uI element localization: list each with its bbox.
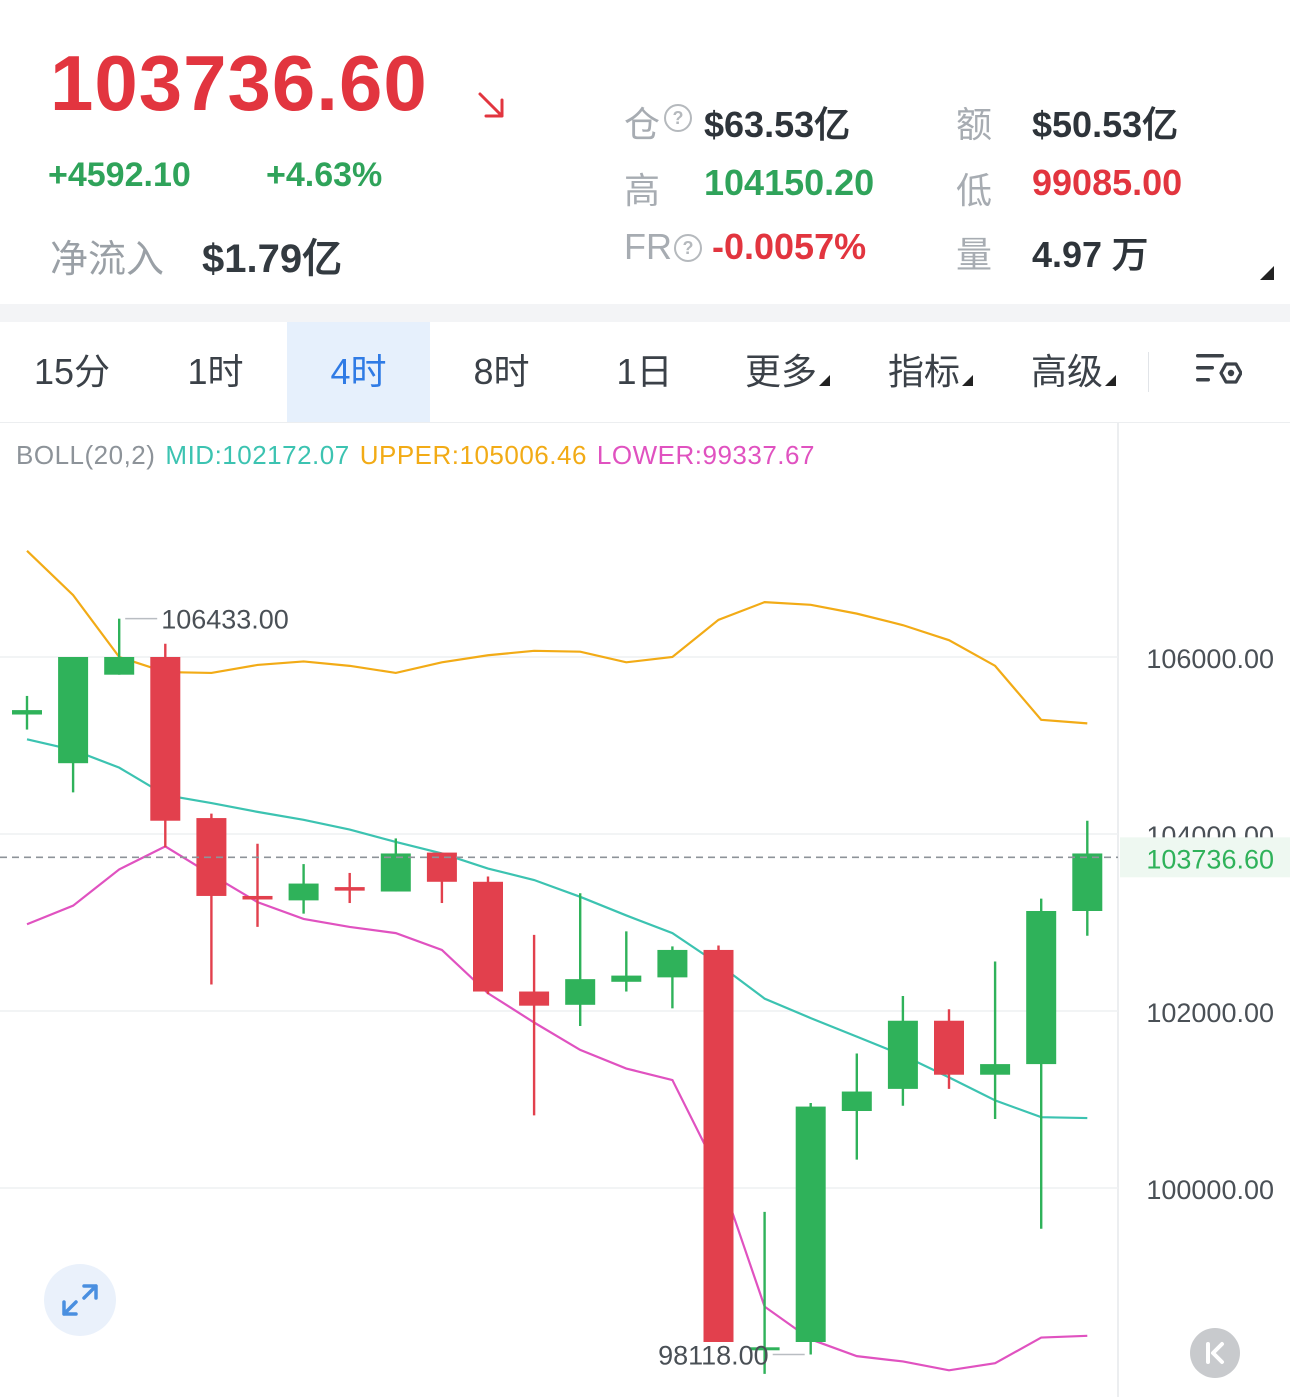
tab-15m[interactable]: 15分 [0,322,144,422]
last-price: 103736.60 [50,39,428,127]
candle-body [242,895,273,900]
y-tick-label: 102000.00 [1146,998,1274,1028]
interval-tabs: 15分 1时 4时 8时 1日 更多 指标 高级 [0,322,1290,423]
boll-lower-line [26,845,1088,1372]
dropdown-caret-icon [962,375,973,386]
max-price-annotation: 106433.00 [161,605,289,635]
candle-body [1072,853,1103,911]
funding-rate-label: FR [624,226,672,267]
candle-body [611,975,642,982]
funding-rate-help-icon[interactable]: ? [674,234,702,262]
volume-value: 4.97 万 [1032,234,1149,275]
turnover-label: 额 [956,104,993,145]
boll-mid: MID:102172.07 [165,440,350,470]
candle-body [1026,910,1057,1065]
tab-label: 4时 [330,351,387,392]
candle-body [334,887,365,891]
tab-label: 1日 [616,351,673,392]
tab-more[interactable]: 更多 [716,322,859,422]
price-change-percent: +4.63% [266,156,383,194]
candle-body [12,710,42,715]
tab-label: 1时 [187,351,244,392]
candle-body [980,1064,1011,1075]
low-value: 99085.00 [1032,162,1183,203]
arrow-down-right-icon [478,92,504,118]
candle-body [703,949,734,1342]
candle-body [841,1091,872,1112]
candle-body [473,881,503,992]
boll-lower: LOWER:99337.67 [596,440,815,470]
tab-indicators[interactable]: 指标 [859,322,1002,422]
current-price-label: 103736.60 [1146,844,1274,874]
candle-body [657,949,688,978]
turnover-value: $50.53亿 [1032,104,1179,145]
boll-name: BOLL(20,2) [16,440,156,470]
y-tick-label: 106000.00 [1146,644,1274,674]
expand-icon [62,1284,98,1316]
jump-to-latest-button[interactable] [1190,1328,1240,1378]
high-label: 高 [624,170,661,211]
volume-label: 量 [956,234,993,275]
candle-body [887,1020,918,1089]
tab-label: 高级 [1030,351,1103,392]
tab-label: 指标 [887,351,960,392]
candle-body [565,979,596,1005]
tab-divider [1148,352,1149,392]
tab-1h[interactable]: 1时 [144,322,287,422]
tab-advanced[interactable]: 高级 [1002,322,1145,422]
boll-legend: BOLL(20,2) MID:102172.07 UPPER:105006.46 LO… [16,440,825,471]
boll-upper-line [26,550,1088,725]
open-interest-label: 仓 [624,104,661,145]
tab-8h[interactable]: 8时 [430,322,573,422]
boll-upper: UPPER:105006.46 [359,440,587,470]
min-price-annotation: 98118.00 [658,1341,769,1371]
net-inflow-value: $1.79亿 [202,237,343,281]
candle-body [426,852,457,882]
tab-4h[interactable]: 4时 [287,322,430,422]
net-inflow-label: 净流入 [50,239,165,281]
tab-label: 8时 [473,351,530,392]
y-tick-label: 100000.00 [1146,1175,1274,1205]
open-interest-help-icon[interactable]: ? [664,104,692,132]
open-interest-value: $63.53亿 [704,104,851,145]
dropdown-caret-icon [1105,375,1116,386]
chart-area[interactable]: 106000.00 104000.00 102000.00 100000.00 1037… [0,423,1290,1397]
high-value: 104150.20 [704,162,875,203]
candle-body [380,853,411,892]
section-divider [0,304,1290,322]
candle-body [934,1020,964,1075]
funding-rate-value: -0.0057% [712,226,867,267]
tab-label: 15分 [33,351,111,392]
candlestick-chart[interactable]: 106000.00104000.00102000.00100000.001037… [0,423,1290,1397]
candle-body [58,657,89,764]
chart-settings-icon[interactable] [1194,350,1242,394]
candle-body [288,883,319,901]
tab-1d[interactable]: 1日 [573,322,716,422]
candle-body [150,657,181,821]
price-axis-panel [1118,423,1290,1397]
fullscreen-button[interactable] [44,1264,116,1336]
candle-body [104,657,135,675]
boll-mid-line [26,738,1088,1120]
low-label: 低 [956,170,993,211]
price-change: +4592.10 [48,156,191,194]
ticker-header: 103736.60 +4592.10 +4.63% 净流入 $1.79亿 仓 ?… [0,0,1290,300]
dropdown-caret-icon [819,375,830,386]
candle-body [519,991,550,1006]
expand-stats-icon[interactable] [1260,266,1274,280]
candle-body [795,1106,826,1342]
jump-to-latest-icon [1206,1342,1224,1364]
tab-label: 更多 [744,351,817,392]
